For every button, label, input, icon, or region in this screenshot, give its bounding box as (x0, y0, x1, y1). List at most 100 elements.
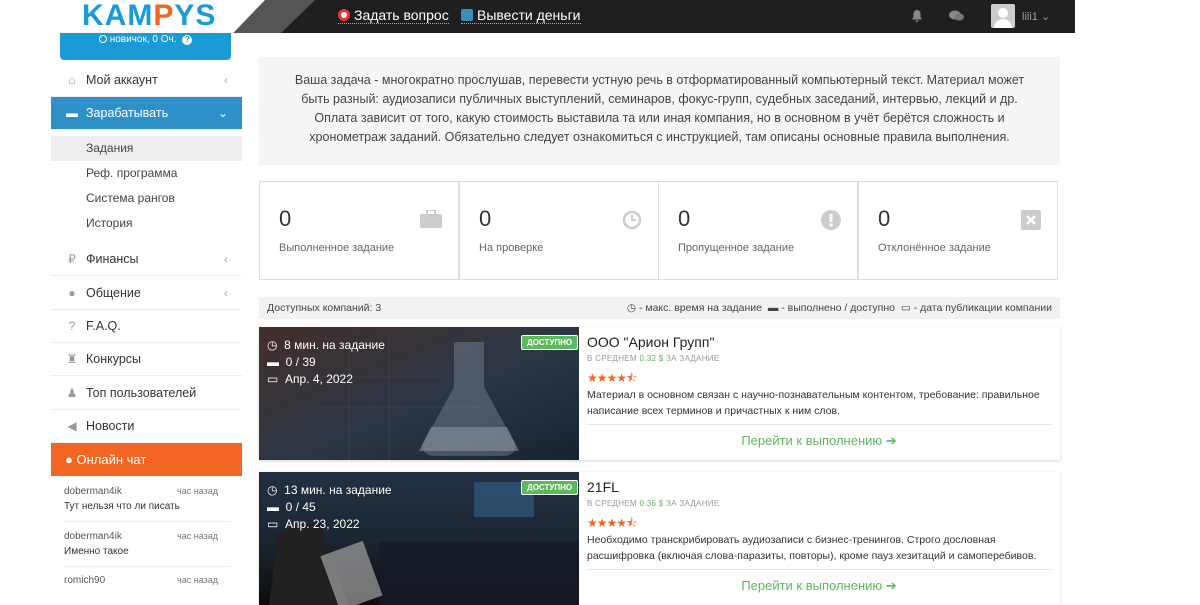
rank-label: новичок, 0 Оч. (109, 34, 177, 45)
briefcase-icon: ▬ (66, 106, 78, 120)
sidebar-item-label: Мой аккаунт (86, 73, 158, 87)
chat-time: час назад (177, 575, 218, 585)
stat-value: 0 (678, 206, 691, 231)
filter-bar: Доступных компаний: 3 ◷ - макс. время на… (259, 297, 1060, 319)
sidebar-item-my-account[interactable]: ⌂ Мой аккаунт ‹ (51, 64, 242, 97)
sidebar-item-earn[interactable]: ▬ Зарабатывать ⌄ (51, 97, 242, 130)
comments-icon[interactable] (949, 10, 964, 25)
stat-value: 0 (279, 206, 292, 231)
legend: ◷ - макс. время на задание ▬ - выполнено… (627, 297, 1052, 319)
ask-question-label: Задать вопрос (354, 7, 449, 23)
ruble-icon: ₽ (68, 252, 76, 266)
users-icon: ♟ (66, 386, 78, 400)
username-label: lili1 (1022, 11, 1038, 23)
sidebar-item-top-users[interactable]: ♟ Топ пользователей (51, 377, 242, 410)
legend-date: - дата публикации компании (913, 302, 1052, 314)
clock-icon (622, 210, 642, 236)
subitem-label: Задания (86, 141, 134, 155)
card-time-text: 8 мин. на задание (284, 338, 385, 352)
clock-icon: ◷ (267, 483, 278, 497)
card-divider (587, 424, 1051, 425)
sidebar-item-finance[interactable]: ₽ Финансы ‹ (51, 243, 242, 276)
chat-bubble-icon: ● (65, 452, 73, 467)
sidebar-item-label: Финансы (86, 252, 139, 266)
sidebar-subitem-referral[interactable]: Реф. программа (51, 161, 242, 186)
sidebar-subitem-ranks[interactable]: Система рангов (51, 186, 242, 211)
company-description: Необходимо транскрибировать аудиозаписи … (587, 534, 1037, 562)
logo-text-1: KAM (82, 0, 154, 32)
avg-value: 0.36 $ (639, 499, 664, 508)
stat-skipped: 0 Пропущенное задание (658, 181, 858, 280)
avg-prefix: В СРЕДНЕМ (587, 354, 637, 363)
sidebar-item-label: Топ пользователей (86, 386, 197, 400)
chat-time: час назад (177, 531, 218, 541)
available-companies: Доступных компаний: 3 (267, 302, 382, 314)
card-time: ◷ 13 мин. на задание (267, 483, 392, 497)
stat-label: Пропущенное задание (678, 242, 795, 254)
chat-text: Тут нельзя что ли писать (64, 501, 180, 512)
chevron-left-icon: ‹ (224, 286, 228, 300)
sidebar-subitem-history[interactable]: История (51, 211, 242, 236)
withdraw-link[interactable]: Вывести деньги (461, 7, 581, 24)
chat-message: doberman4ik час назад Тут нельзя что ли … (64, 486, 231, 512)
stat-rejected: 0 Отклонённое задание (858, 181, 1058, 280)
sidebar-item-label: Общение (86, 286, 141, 300)
subitem-label: История (86, 216, 133, 230)
bell-icon[interactable] (911, 10, 923, 26)
chat-time: час назад (177, 486, 218, 496)
briefcase-icon: ▬ (767, 302, 779, 314)
stat-label: На проверке (479, 242, 544, 254)
chat-message: romich90 час назад (64, 575, 231, 586)
company-title[interactable]: ООО "Арион Групп" (587, 334, 714, 350)
card-date-text: Апр. 23, 2022 (285, 517, 360, 531)
status-badge: ДОСТУПНО (521, 335, 579, 350)
sidebar-item-faq[interactable]: ? F.A.Q. (51, 310, 242, 343)
legend-time: - макс. время на задание (638, 302, 762, 314)
legend-done: - выполнено / доступно (781, 302, 895, 314)
chevron-down-icon: ⌄ (217, 106, 228, 120)
status-badge: ДОСТУПНО (521, 480, 579, 495)
briefcase-icon: ▬ (267, 355, 279, 369)
calendar-icon: ▭ (900, 302, 911, 314)
company-card: ◷ 13 мин. на задание ▬ 0 / 45 ▭ Апр. 23,… (259, 472, 1060, 605)
sidebar-subitem-tasks[interactable]: Задания (51, 136, 242, 161)
card-time: ◷ 8 мин. на задание (267, 338, 385, 352)
avatar[interactable] (991, 4, 1015, 28)
avg-suffix: ЗА ЗАДАНИЕ (666, 499, 720, 508)
logo-text-3: YS (174, 0, 217, 32)
logo-text-2: P (153, 0, 175, 32)
logo[interactable]: KAMPYS (82, 0, 216, 33)
stat-label: Отклонённое задание (878, 242, 991, 254)
online-chat-header[interactable]: ● Онлайн чат (51, 443, 242, 476)
clock-icon: ◷ (626, 302, 637, 314)
card-time-text: 13 мин. на задание (284, 483, 392, 497)
avg-suffix: ЗА ЗАДАНИЕ (666, 354, 720, 363)
briefcase-icon: ▬ (267, 500, 279, 514)
chat-message: doberman4ik час назад Именно такое (64, 531, 231, 557)
sidebar-item-communication[interactable]: ● Общение ‹ (51, 277, 242, 310)
withdraw-label: Вывести деньги (477, 7, 581, 23)
help-icon[interactable]: ? (182, 35, 193, 45)
avg-pay: В СРЕДНЕМ 0.36 $ ЗА ЗАДАНИЕ (587, 499, 719, 508)
card-date-text: Апр. 4, 2022 (285, 372, 353, 386)
sidebar-item-news[interactable]: ◀ Новости (51, 410, 242, 443)
sidebar-item-label: Новости (86, 419, 135, 433)
company-card: ◷ 8 мин. на задание ▬ 0 / 39 ▭ Апр. 4, 2… (259, 327, 1060, 460)
ask-question-link[interactable]: Задать вопрос (338, 7, 449, 24)
start-task-button[interactable]: Перейти к выполнению ➔ (587, 433, 1051, 449)
avg-prefix: В СРЕДНЕМ (587, 499, 637, 508)
question-icon: ? (68, 319, 76, 333)
stat-label: Выполненное задание (279, 242, 395, 254)
stat-value: 0 (878, 206, 891, 231)
sidebar-item-contests[interactable]: ♜ Конкурсы (51, 343, 242, 376)
right-blank-area (1075, 0, 1200, 591)
calendar-icon: ▭ (267, 372, 279, 386)
comments-icon: ● (68, 286, 76, 300)
card-date: ▭ Апр. 4, 2022 (267, 372, 353, 386)
card-divider (587, 569, 1051, 570)
stat-review: 0 На проверке (459, 181, 659, 280)
start-task-button[interactable]: Перейти к выполнению ➔ (587, 578, 1051, 594)
sidebar-item-label: Конкурсы (86, 352, 142, 366)
company-title[interactable]: 21FL (587, 479, 619, 495)
user-menu[interactable]: lili1 ⌄ (1022, 10, 1050, 23)
